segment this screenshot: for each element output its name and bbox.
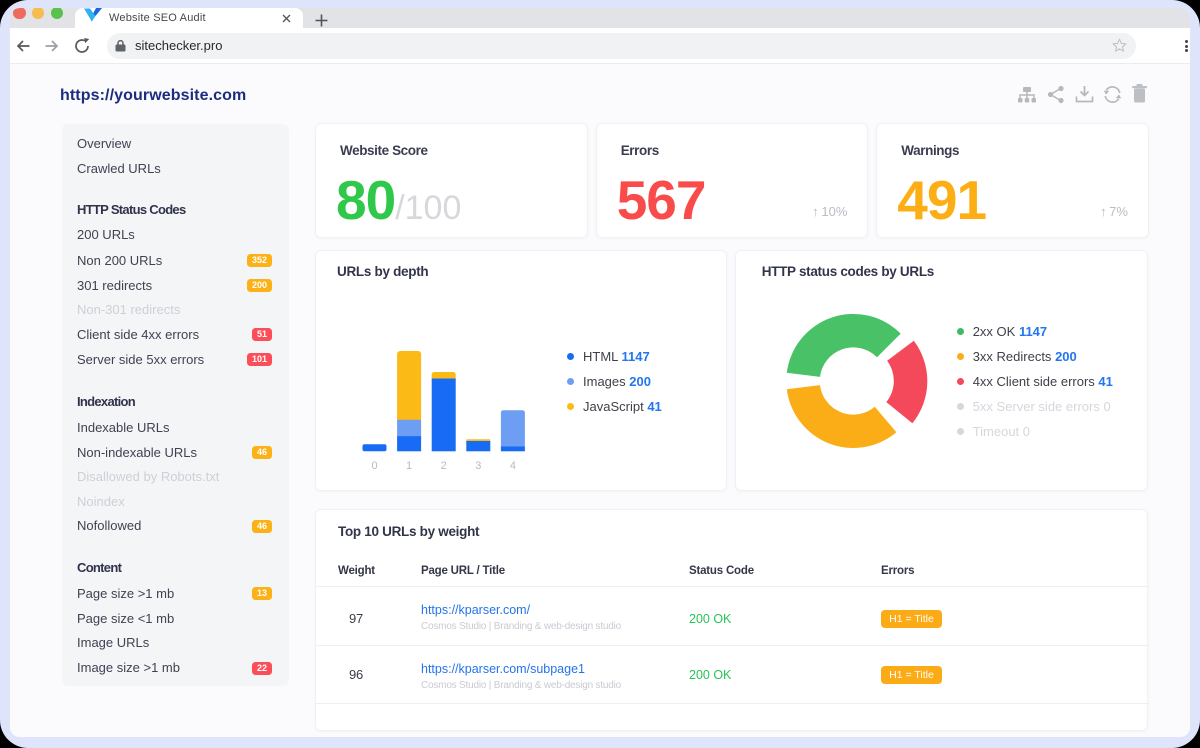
svg-text:0: 0 — [371, 460, 377, 472]
svg-text:2: 2 — [441, 460, 447, 472]
svg-text:4: 4 — [510, 460, 516, 472]
svg-text:3: 3 — [475, 460, 481, 472]
svg-text:1: 1 — [406, 460, 412, 472]
